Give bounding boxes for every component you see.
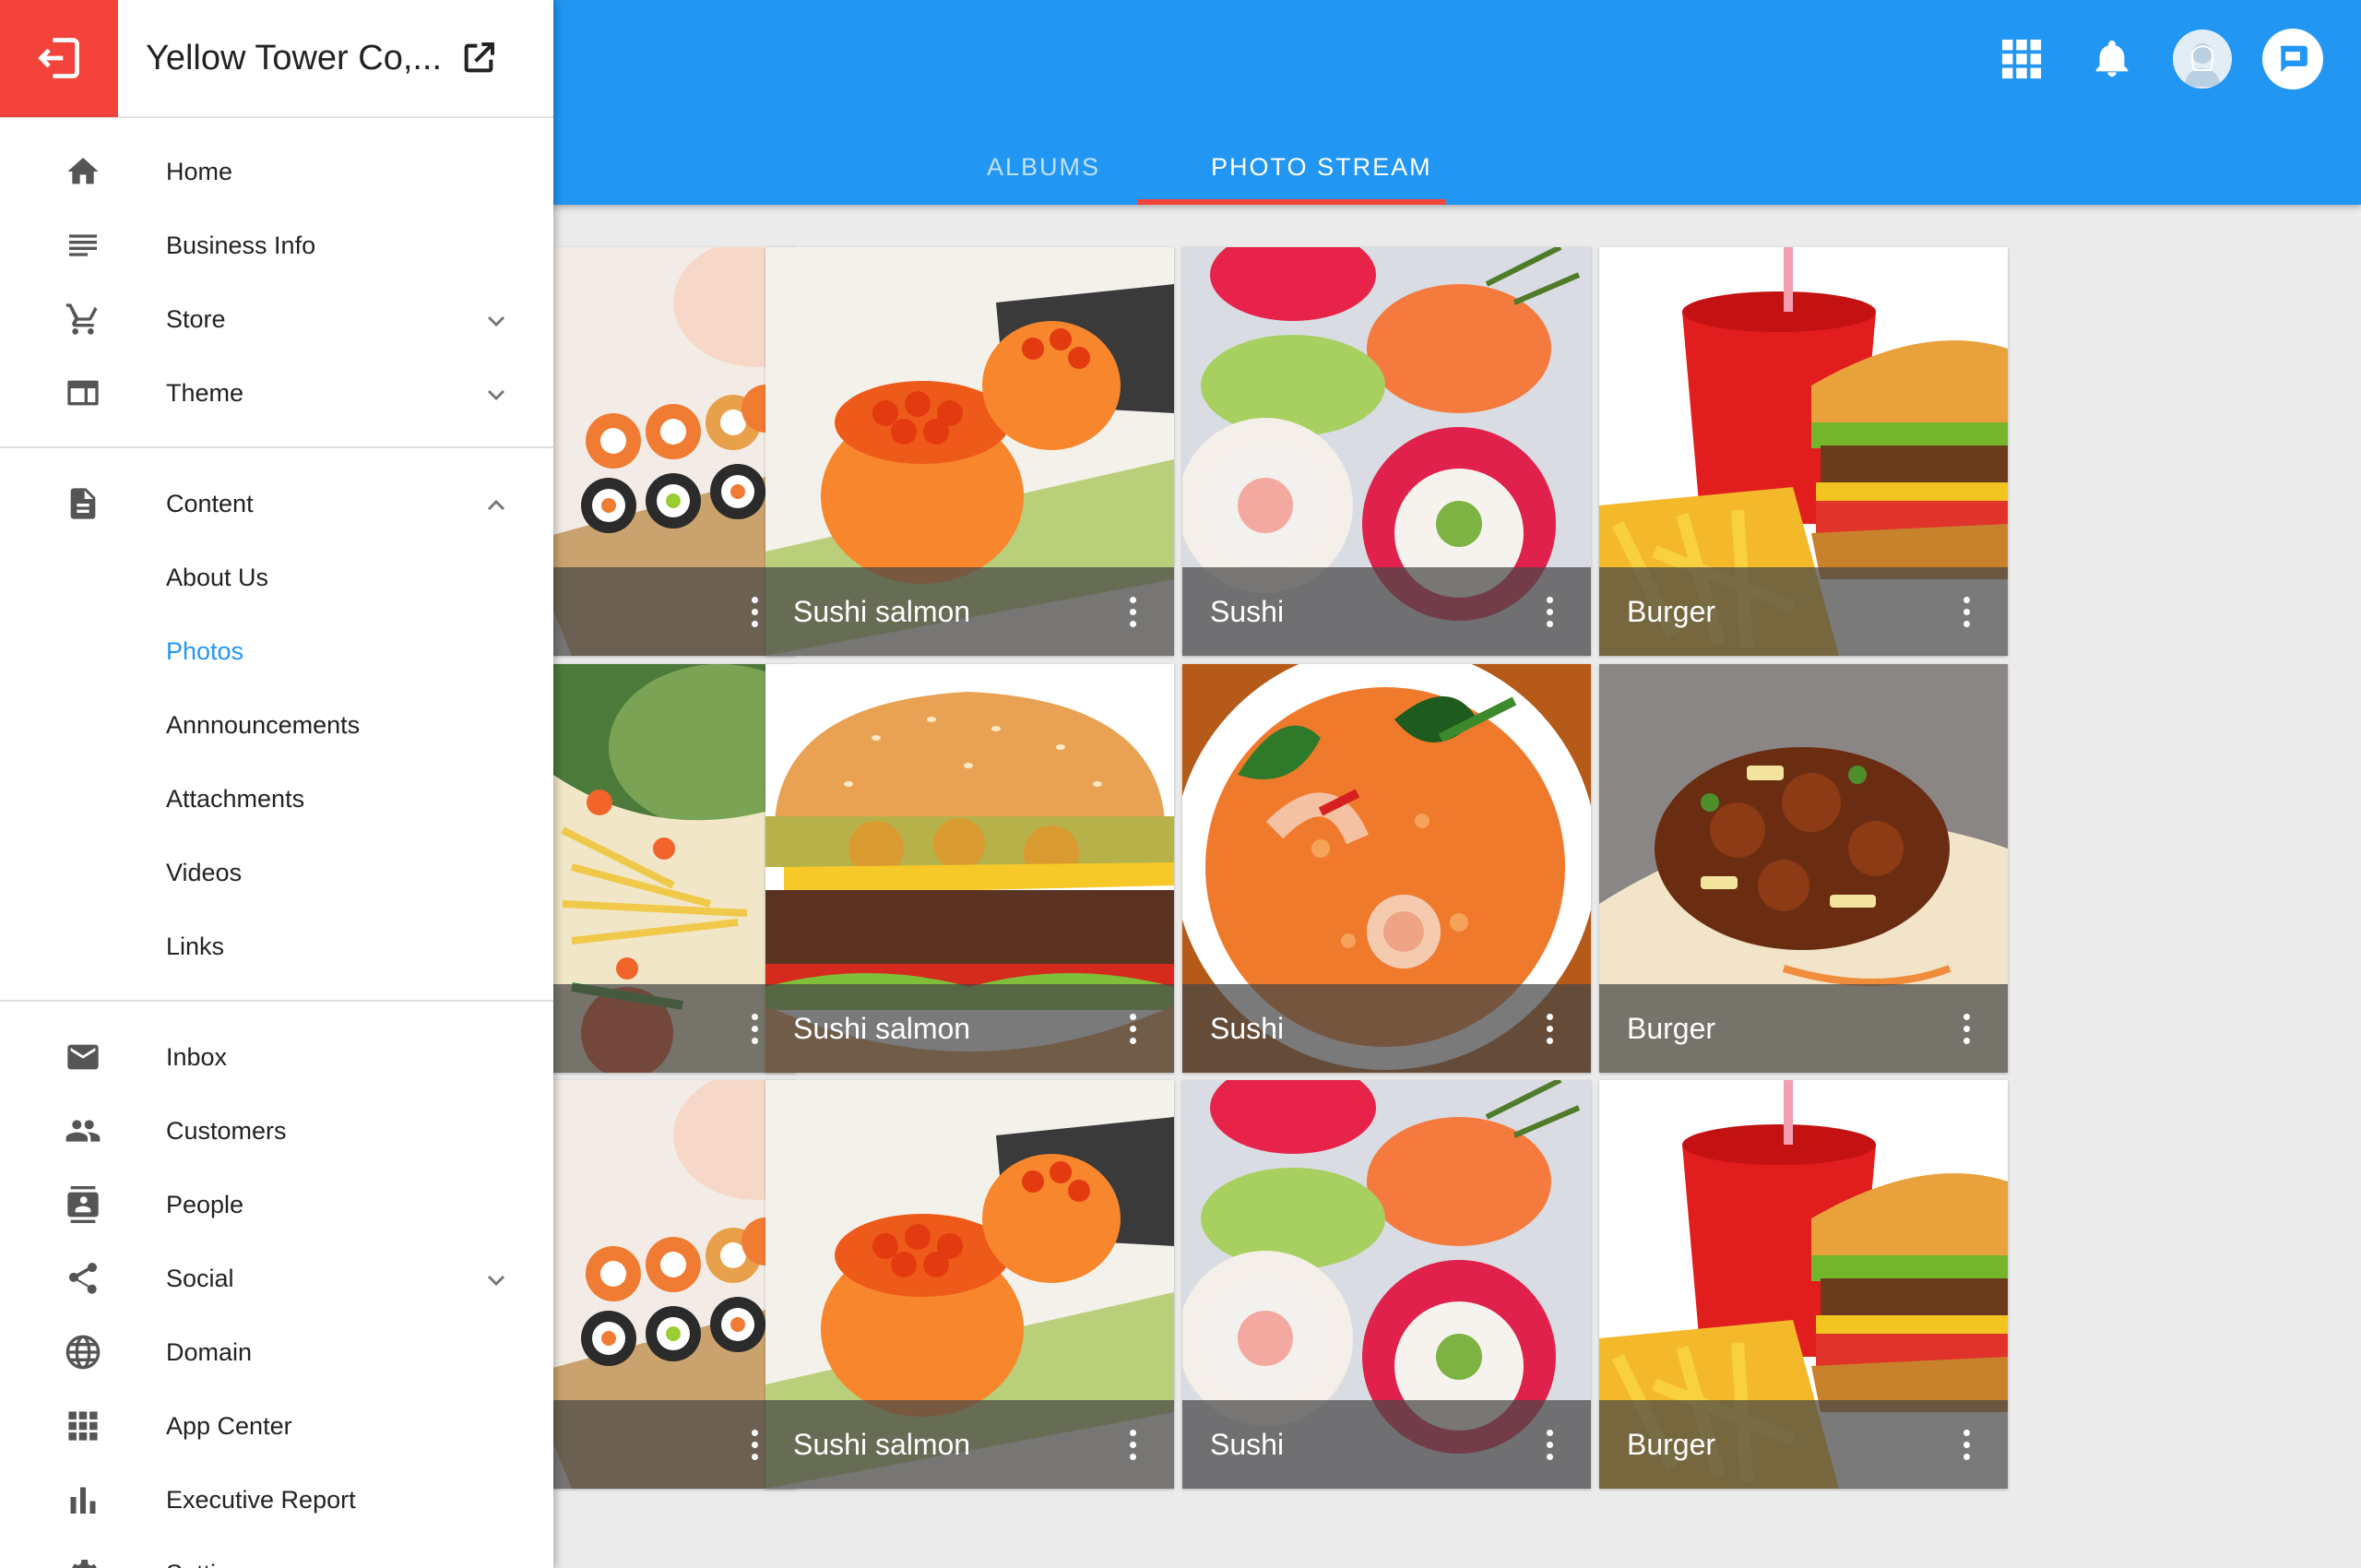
sidebar-item-customers[interactable]: Customers (0, 1094, 553, 1168)
photo-caption: Sushi salmon (793, 1427, 971, 1461)
bar-chart-icon (65, 1481, 101, 1518)
photo-card[interactable]: Sushi (1182, 247, 1591, 656)
photo-caption: Burger (1627, 594, 1716, 628)
more-vert-icon[interactable] (1952, 584, 1980, 639)
photo-caption: Sushi (1210, 1427, 1285, 1461)
sidebar-item-home[interactable]: Home (0, 135, 553, 208)
nav-group-content: Content About Us Photos Annnouncements A… (0, 467, 553, 983)
mail-icon (65, 1039, 101, 1075)
sidebar-item-store[interactable]: Store (0, 282, 553, 356)
chat-icon[interactable] (2261, 28, 2324, 90)
photo-caption-bar: Sushi (1182, 984, 1591, 1073)
open-external-icon[interactable] (460, 40, 497, 77)
tab-photo-stream[interactable]: PHOTO STREAM (1156, 129, 1488, 205)
nav-group-manage: Inbox Customers People Social Domain App… (0, 1020, 553, 1568)
photo-caption-bar: Burger (1599, 1400, 2008, 1489)
sidebar-item-theme[interactable]: Theme (0, 356, 553, 430)
tab-bar: ALBUMS PHOTO STREAM (931, 129, 1488, 205)
chevron-down-icon (487, 315, 505, 327)
chevron-down-icon (487, 389, 505, 401)
apps-icon (65, 1408, 101, 1444)
drawer-header: Yellow Tower Co,... (0, 0, 553, 118)
theme-icon (65, 374, 101, 411)
more-vert-icon[interactable] (1536, 584, 1563, 639)
sidebar-item-attachments[interactable]: Attachments (0, 762, 553, 836)
navigation-drawer: Yellow Tower Co,... Home Business Info S… (0, 0, 553, 1568)
photo-caption-bar: Sushi (1182, 1400, 1591, 1489)
photo-caption: Burger (1627, 1427, 1716, 1461)
business-name: Yellow Tower Co,... (146, 38, 443, 77)
more-vert-icon[interactable] (1952, 1417, 1980, 1472)
bell-icon[interactable] (2081, 28, 2143, 90)
photo-caption-bar: Burger (1599, 567, 2008, 656)
photo-caption-bar: Sushi salmon (765, 567, 1174, 656)
chevron-up-icon (487, 499, 505, 511)
active-tab-indicator (1137, 199, 1446, 205)
contact-icon (65, 1186, 101, 1223)
sidebar-item-people[interactable]: People (0, 1168, 553, 1241)
sidebar-item-videos[interactable]: Videos (0, 836, 553, 909)
chevron-down-icon (487, 1275, 505, 1287)
sidebar-item-about-us[interactable]: About Us (0, 540, 553, 614)
photo-card[interactable]: Burger (1599, 1080, 2008, 1489)
more-vert-icon[interactable] (741, 1417, 768, 1472)
more-vert-icon[interactable] (1536, 1417, 1563, 1472)
sidebar-item-announcements[interactable]: Annnouncements (0, 688, 553, 762)
photo-card[interactable]: Sushi (1182, 1080, 1591, 1489)
photo-caption-bar: Burger (1599, 984, 2008, 1073)
photo-caption-bar: Sushi salmon (765, 1400, 1174, 1489)
top-icon-bar (1963, 28, 2324, 90)
more-vert-icon[interactable] (1119, 1417, 1146, 1472)
photo-caption: Sushi (1210, 594, 1285, 628)
sidebar-item-inbox[interactable]: Inbox (0, 1020, 553, 1094)
divider (0, 446, 553, 448)
more-vert-icon[interactable] (741, 1001, 768, 1056)
tab-albums[interactable]: ALBUMS (931, 129, 1156, 205)
sidebar-item-domain[interactable]: Domain (0, 1315, 553, 1389)
photo-caption-bar: Sushi (1182, 567, 1591, 656)
avatar[interactable] (2171, 28, 2234, 90)
exit-button[interactable] (0, 0, 118, 117)
photo-card[interactable]: Sushi salmon (765, 1080, 1174, 1489)
photo-card[interactable]: Sushi salmon (765, 247, 1174, 656)
photo-card[interactable]: Burger (1599, 664, 2008, 1073)
apps-grid-icon[interactable] (1990, 28, 2053, 90)
more-vert-icon[interactable] (1536, 1001, 1563, 1056)
photo-caption: Sushi salmon (793, 594, 971, 628)
photo-card[interactable]: Burger (1599, 247, 2008, 656)
sidebar-item-content[interactable]: Content (0, 467, 553, 540)
photo-caption: Burger (1627, 1011, 1716, 1045)
share-icon (65, 1260, 101, 1297)
nav-group-main: Home Business Info Store Theme (0, 135, 553, 430)
photo-card[interactable]: Sushi salmon (765, 664, 1174, 1073)
sidebar-item-executive-report[interactable]: Executive Report (0, 1463, 553, 1537)
people-icon (65, 1112, 101, 1149)
photo-card[interactable]: Sushi (1182, 664, 1591, 1073)
more-vert-icon[interactable] (1119, 584, 1146, 639)
divider (0, 1000, 553, 1002)
more-vert-icon[interactable] (1119, 1001, 1146, 1056)
globe-icon (65, 1334, 101, 1371)
gear-icon (65, 1555, 101, 1568)
sidebar-item-photos[interactable]: Photos (0, 614, 553, 688)
sidebar-item-app-center[interactable]: App Center (0, 1389, 553, 1463)
exit-icon (38, 38, 79, 78)
more-vert-icon[interactable] (1952, 1001, 1980, 1056)
sidebar-item-business-info[interactable]: Business Info (0, 208, 553, 282)
home-icon (65, 153, 101, 190)
more-vert-icon[interactable] (741, 584, 768, 639)
sidebar-item-setting[interactable]: Setting (0, 1537, 553, 1568)
photo-caption: Sushi salmon (793, 1011, 971, 1045)
sidebar-item-social[interactable]: Social (0, 1241, 553, 1315)
photo-caption: Sushi (1210, 1011, 1285, 1045)
list-icon (65, 227, 101, 264)
document-icon (65, 485, 101, 522)
cart-icon (65, 301, 101, 338)
photo-caption-bar: Sushi salmon (765, 984, 1174, 1073)
sidebar-item-links[interactable]: Links (0, 909, 553, 983)
